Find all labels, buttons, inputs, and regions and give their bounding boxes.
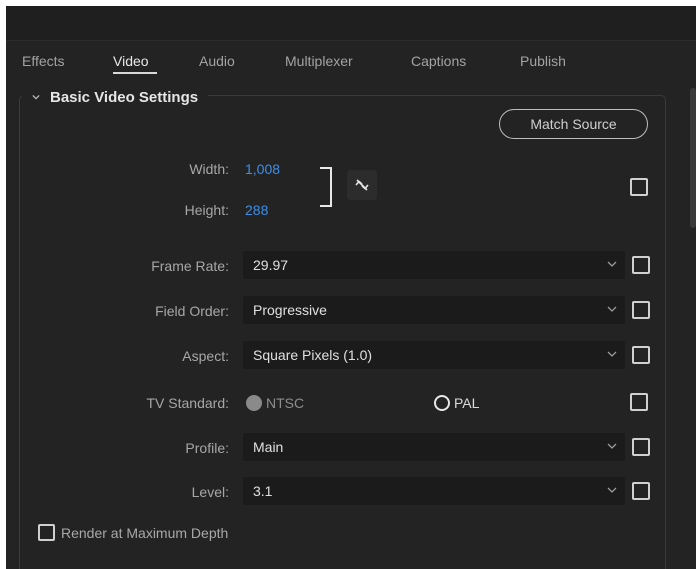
render-max-depth-checkbox[interactable]: Render at Maximum Depth [38,524,228,541]
aspect-label: Aspect: [182,348,229,364]
field-order-label: Field Order: [155,303,229,319]
checkbox-empty-icon [38,524,55,541]
tv-standard-ntsc-radio[interactable]: NTSC [246,395,304,411]
width-value[interactable]: 1,008 [245,161,280,177]
level-label: Level: [191,484,229,500]
aspect-value: Square Pixels (1.0) [253,347,373,363]
pal-label: PAL [454,395,480,411]
active-tab-indicator [113,72,157,74]
radio-empty-icon [434,395,450,411]
level-value: 3.1 [253,483,273,499]
chevron-down-icon [32,94,40,100]
frame-rate-label: Frame Rate: [151,258,229,274]
settings-tabs: Effects Video Audio Multiplexer Captions… [6,41,696,79]
tv-standard-label: TV Standard: [146,395,230,411]
height-label: Height: [184,202,229,218]
radio-filled-icon [246,395,262,411]
tab-video[interactable]: Video [113,53,149,69]
tab-audio[interactable]: Audio [199,53,235,69]
aspect-dropdown[interactable]: Square Pixels (1.0) [243,341,625,369]
tab-effects[interactable]: Effects [22,53,65,69]
profile-value: Main [253,439,284,455]
field-order-value: Progressive [253,302,327,318]
tab-captions[interactable]: Captions [411,53,466,69]
tv-standard-match-checkbox[interactable] [630,393,648,411]
match-source-button[interactable]: Match Source [499,109,648,139]
constrain-proportions-button[interactable] [347,170,377,200]
basic-video-settings-header[interactable]: Basic Video Settings [22,86,209,108]
tv-standard-pal-radio[interactable]: PAL [434,395,479,411]
dimensions-match-checkbox[interactable] [630,178,648,196]
field-order-dropdown[interactable]: Progressive [243,296,625,324]
aspect-match-checkbox[interactable] [632,346,650,364]
profile-label: Profile: [185,440,229,456]
profile-dropdown[interactable]: Main [243,433,625,461]
chevron-down-icon [607,351,617,357]
panel-top-bar [6,6,696,41]
ntsc-label: NTSC [266,395,305,411]
render-max-depth-label: Render at Maximum Depth [61,524,229,541]
frame-rate-match-checkbox[interactable] [632,256,650,274]
chevron-down-icon [607,261,617,267]
width-label: Width: [189,161,229,177]
export-settings-panel: Effects Video Audio Multiplexer Captions… [6,6,696,569]
level-match-checkbox[interactable] [632,482,650,500]
profile-match-checkbox[interactable] [632,438,650,456]
tab-multiplexer[interactable]: Multiplexer [285,53,353,69]
aspect-link-bracket [320,167,332,207]
frame-rate-dropdown[interactable]: 29.97 [243,251,625,279]
frame-rate-value: 29.97 [253,257,289,273]
section-title: Basic Video Settings [50,88,199,106]
height-value[interactable]: 288 [245,202,268,218]
field-order-match-checkbox[interactable] [632,301,650,319]
unlink-icon [355,179,369,191]
level-dropdown[interactable]: 3.1 [243,477,625,505]
tab-publish[interactable]: Publish [520,53,566,69]
chevron-down-icon [607,487,617,493]
chevron-down-icon [607,306,617,312]
vertical-scrollbar[interactable] [690,88,696,228]
chevron-down-icon [607,443,617,449]
